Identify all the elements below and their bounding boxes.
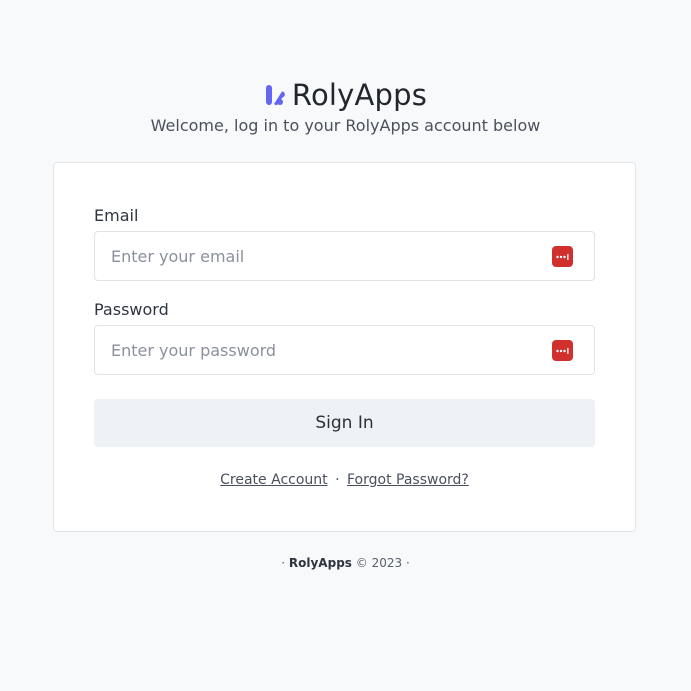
page-subtitle: Welcome, log in to your RolyApps account… (150, 116, 541, 135)
footer-prefix: · (281, 556, 286, 570)
email-label: Email (94, 206, 139, 225)
create-account-link[interactable]: Create Account (220, 472, 328, 488)
rolyapps-logo-icon (265, 85, 285, 106)
login-card: Email Password (53, 162, 636, 532)
brand-name: RolyApps (291, 78, 428, 112)
footer-suffix: · (405, 556, 410, 570)
login-page: RolyApps Welcome, log in to your RolyApp… (0, 0, 691, 691)
dots-icon (556, 347, 569, 354)
footer-brand: RolyApps (288, 556, 352, 570)
email-field-wrapper (94, 231, 595, 281)
sign-in-button[interactable]: Sign In (94, 399, 595, 447)
footer-copyright: © 2023 (355, 556, 403, 570)
brand-header: RolyApps (0, 78, 691, 112)
forgot-password-link[interactable]: Forgot Password? (347, 472, 469, 488)
email-field[interactable] (95, 232, 594, 280)
password-field[interactable] (95, 326, 594, 374)
password-manager-icon[interactable] (552, 246, 573, 267)
auth-links: Create Account · Forgot Password? (54, 472, 635, 488)
dots-icon (556, 253, 569, 260)
footer: · RolyApps © 2023 · (0, 556, 691, 570)
link-separator: · (335, 472, 340, 488)
password-label: Password (94, 300, 169, 319)
password-field-wrapper (94, 325, 595, 375)
password-manager-icon[interactable] (552, 340, 573, 361)
